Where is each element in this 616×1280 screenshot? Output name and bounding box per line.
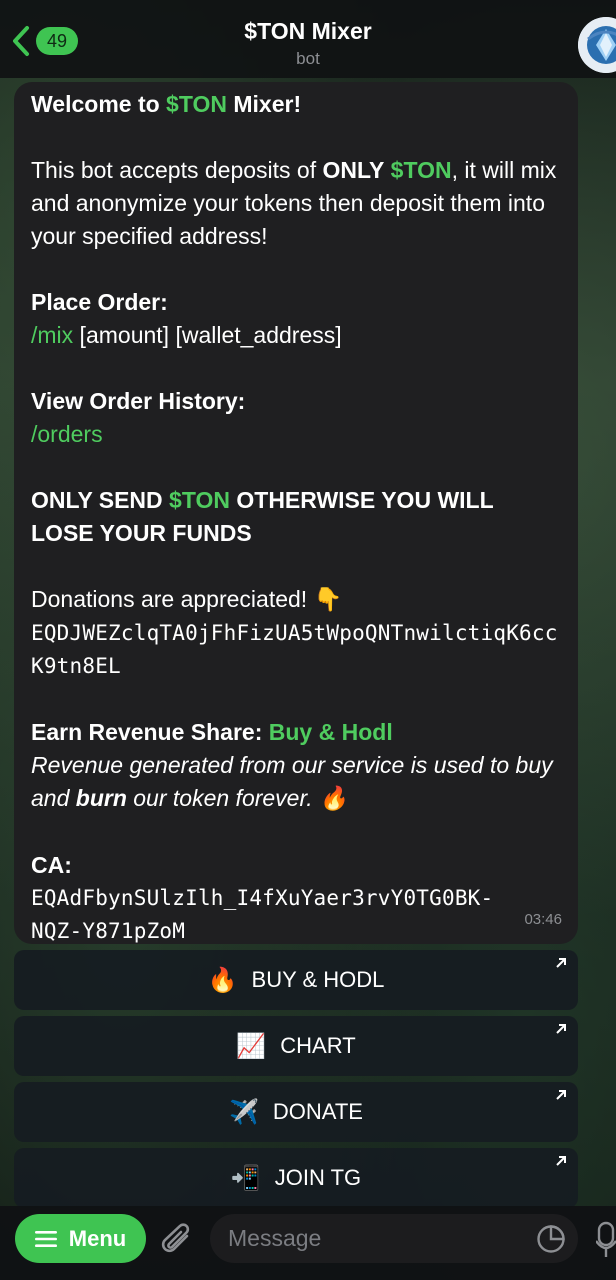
button-label: CHART (280, 1033, 356, 1058)
orders-command-link[interactable]: /orders (31, 418, 562, 451)
donation-address[interactable]: EQDJWEZclqTA0jFhFizUA5tWpoQNTnwilctiqK6c… (31, 617, 562, 683)
button-label: DONATE (272, 1099, 363, 1124)
buy-hodl-button[interactable]: 🔥 BUY & HODL (14, 950, 578, 1010)
donations-text: Donations are appreciated! (31, 586, 314, 612)
paperclip-icon[interactable] (160, 1220, 196, 1260)
external-link-arrow-icon (556, 1156, 566, 1166)
fire-icon: 🔥 (207, 966, 238, 994)
history-label: View Order History: (31, 388, 246, 414)
buy-hodl-link[interactable]: Buy & Hodl (269, 719, 393, 745)
welcome-suffix: Mixer! (226, 91, 302, 117)
microphone-icon[interactable] (596, 1219, 616, 1259)
warning-text-1: ONLY SEND (31, 487, 170, 513)
chat-subtitle: bot (296, 49, 320, 68)
bot-message-bubble: Welcome to $TON Mixer! This bot accepts … (14, 82, 578, 944)
message-input[interactable] (210, 1214, 578, 1263)
revenue-burn: burn (75, 785, 127, 811)
donations-line: Donations are appreciated! 👇 (31, 583, 562, 617)
external-link-arrow-icon (556, 1024, 566, 1034)
chat-header: 49 $TON Mixer bot (0, 0, 616, 78)
welcome-prefix: Welcome to (31, 91, 167, 117)
sticker-icon[interactable] (536, 1224, 566, 1254)
mix-args: [amount] [wallet_address] (73, 322, 342, 348)
intro-token: $TON (390, 157, 452, 183)
place-order-label: Place Order: (31, 289, 168, 315)
hamburger-icon (34, 1230, 57, 1247)
donate-button[interactable]: ✈️ DONATE (14, 1082, 578, 1142)
composer-bar: Menu (0, 1206, 616, 1280)
pointing-down-icon: 👇 (313, 587, 343, 613)
menu-label: Menu (68, 1225, 127, 1251)
mix-command-line: /mix [amount] [wallet_address] (31, 319, 562, 352)
external-link-arrow-icon (556, 1090, 566, 1100)
revenue-label: Earn Revenue Share: (31, 719, 269, 745)
mobile-arrow-icon: 📲 (230, 1164, 261, 1192)
external-link-arrow-icon (556, 958, 566, 968)
welcome-token: $TON (166, 91, 227, 117)
fire-icon: 🔥 (319, 786, 348, 812)
chart-increasing-icon: 📈 (236, 1032, 267, 1060)
intro-only: ONLY (322, 157, 385, 183)
intro-paragraph: This bot accepts deposits of ONLY $TON, … (31, 154, 562, 253)
revenue-description: Revenue generated from our service is us… (31, 749, 562, 816)
welcome-line: Welcome to $TON Mixer! (31, 88, 562, 121)
chart-button[interactable]: 📈 CHART (14, 1016, 578, 1076)
warning-text: ONLY SEND $TON OTHERWISE YOU WILL LOSE Y… (31, 484, 562, 550)
chat-title[interactable]: $TON Mixer (0, 18, 616, 45)
airplane-icon: ✈️ (229, 1098, 259, 1126)
mix-command-link[interactable]: /mix (31, 322, 73, 348)
button-label: JOIN TG (274, 1165, 362, 1190)
revenue-line: Earn Revenue Share: Buy & Hodl (31, 716, 562, 749)
menu-button[interactable]: Menu (15, 1214, 146, 1263)
revenue-text-2: our token forever. (126, 785, 320, 811)
button-label: BUY & HODL (251, 967, 385, 992)
warning-token: $TON (169, 487, 230, 513)
intro-text-1: This bot accepts deposits of (31, 157, 323, 183)
message-time: 03:46 (524, 911, 562, 928)
ca-label: CA: (31, 852, 72, 878)
join-tg-button[interactable]: 📲 JOIN TG (14, 1148, 578, 1208)
ca-address[interactable]: EQAdFbynSUlzIlh_I4fXuYaer3rvY0TG0BK-NQZ-… (31, 882, 562, 948)
